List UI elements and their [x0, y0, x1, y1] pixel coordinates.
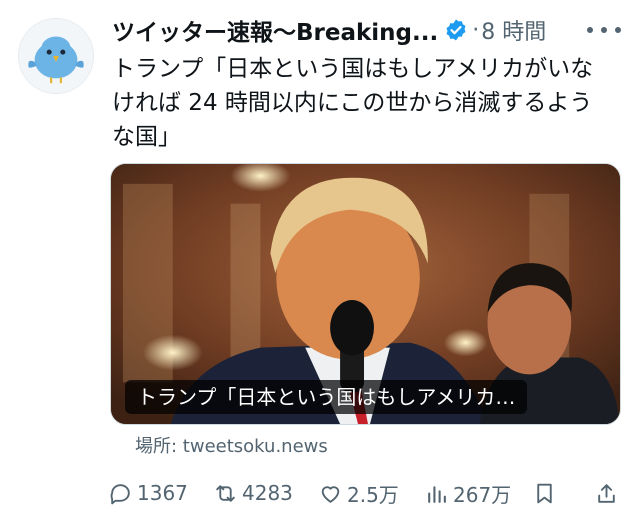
retweet-icon [216, 484, 235, 502]
separator: · [472, 17, 480, 43]
bookmark-button[interactable] [532, 478, 561, 508]
blue-bird-icon [19, 19, 93, 93]
tweet-text-line: トランプ「日本という国はもしアメリカがいな [112, 56, 594, 82]
more-options-icon[interactable] [587, 16, 621, 44]
retweet-button[interactable]: 4283 [213, 478, 293, 508]
action-bar: 1367 4283 2.5万 267万 [108, 478, 630, 508]
dot [615, 27, 621, 33]
like-button[interactable]: 2.5万 [318, 478, 399, 508]
retweet-count: 4283 [242, 481, 293, 505]
display-name[interactable]: ツイッター速報〜Breaking... [112, 13, 438, 47]
reply-button[interactable]: 1367 [108, 478, 188, 508]
card-caption: トランプ「日本という国はもしアメリカ… [125, 380, 528, 414]
link-card-image[interactable]: トランプ「日本という国はもしアメリカ… [110, 163, 621, 425]
tweet-text-line: な国」 [112, 124, 181, 150]
avatar[interactable] [18, 18, 94, 94]
share-button[interactable] [594, 478, 623, 508]
tweet-header: ツイッター速報〜Breaking... · 8 時間 [112, 14, 627, 46]
verified-badge-icon [446, 19, 466, 41]
card-source[interactable]: 場所: tweetsoku.news [135, 432, 328, 458]
tweet-text-line: ければ 24 時間以内にこの世から消滅するよう [112, 90, 593, 116]
heart-icon [321, 485, 340, 503]
share-icon [598, 483, 615, 503]
timestamp[interactable]: 8 時間 [481, 14, 546, 46]
like-count: 2.5万 [347, 482, 399, 507]
reply-count: 1367 [137, 481, 188, 505]
dot [601, 27, 607, 33]
views-chart-icon [428, 485, 446, 503]
dot [587, 27, 593, 33]
tweet-text: トランプ「日本という国はもしアメリカがいな ければ 24 時間以内にこの世から消… [112, 52, 627, 154]
views-button[interactable]: 267万 [424, 478, 511, 508]
views-count: 267万 [453, 482, 512, 507]
reply-icon [110, 483, 130, 504]
bookmark-icon [537, 483, 552, 503]
